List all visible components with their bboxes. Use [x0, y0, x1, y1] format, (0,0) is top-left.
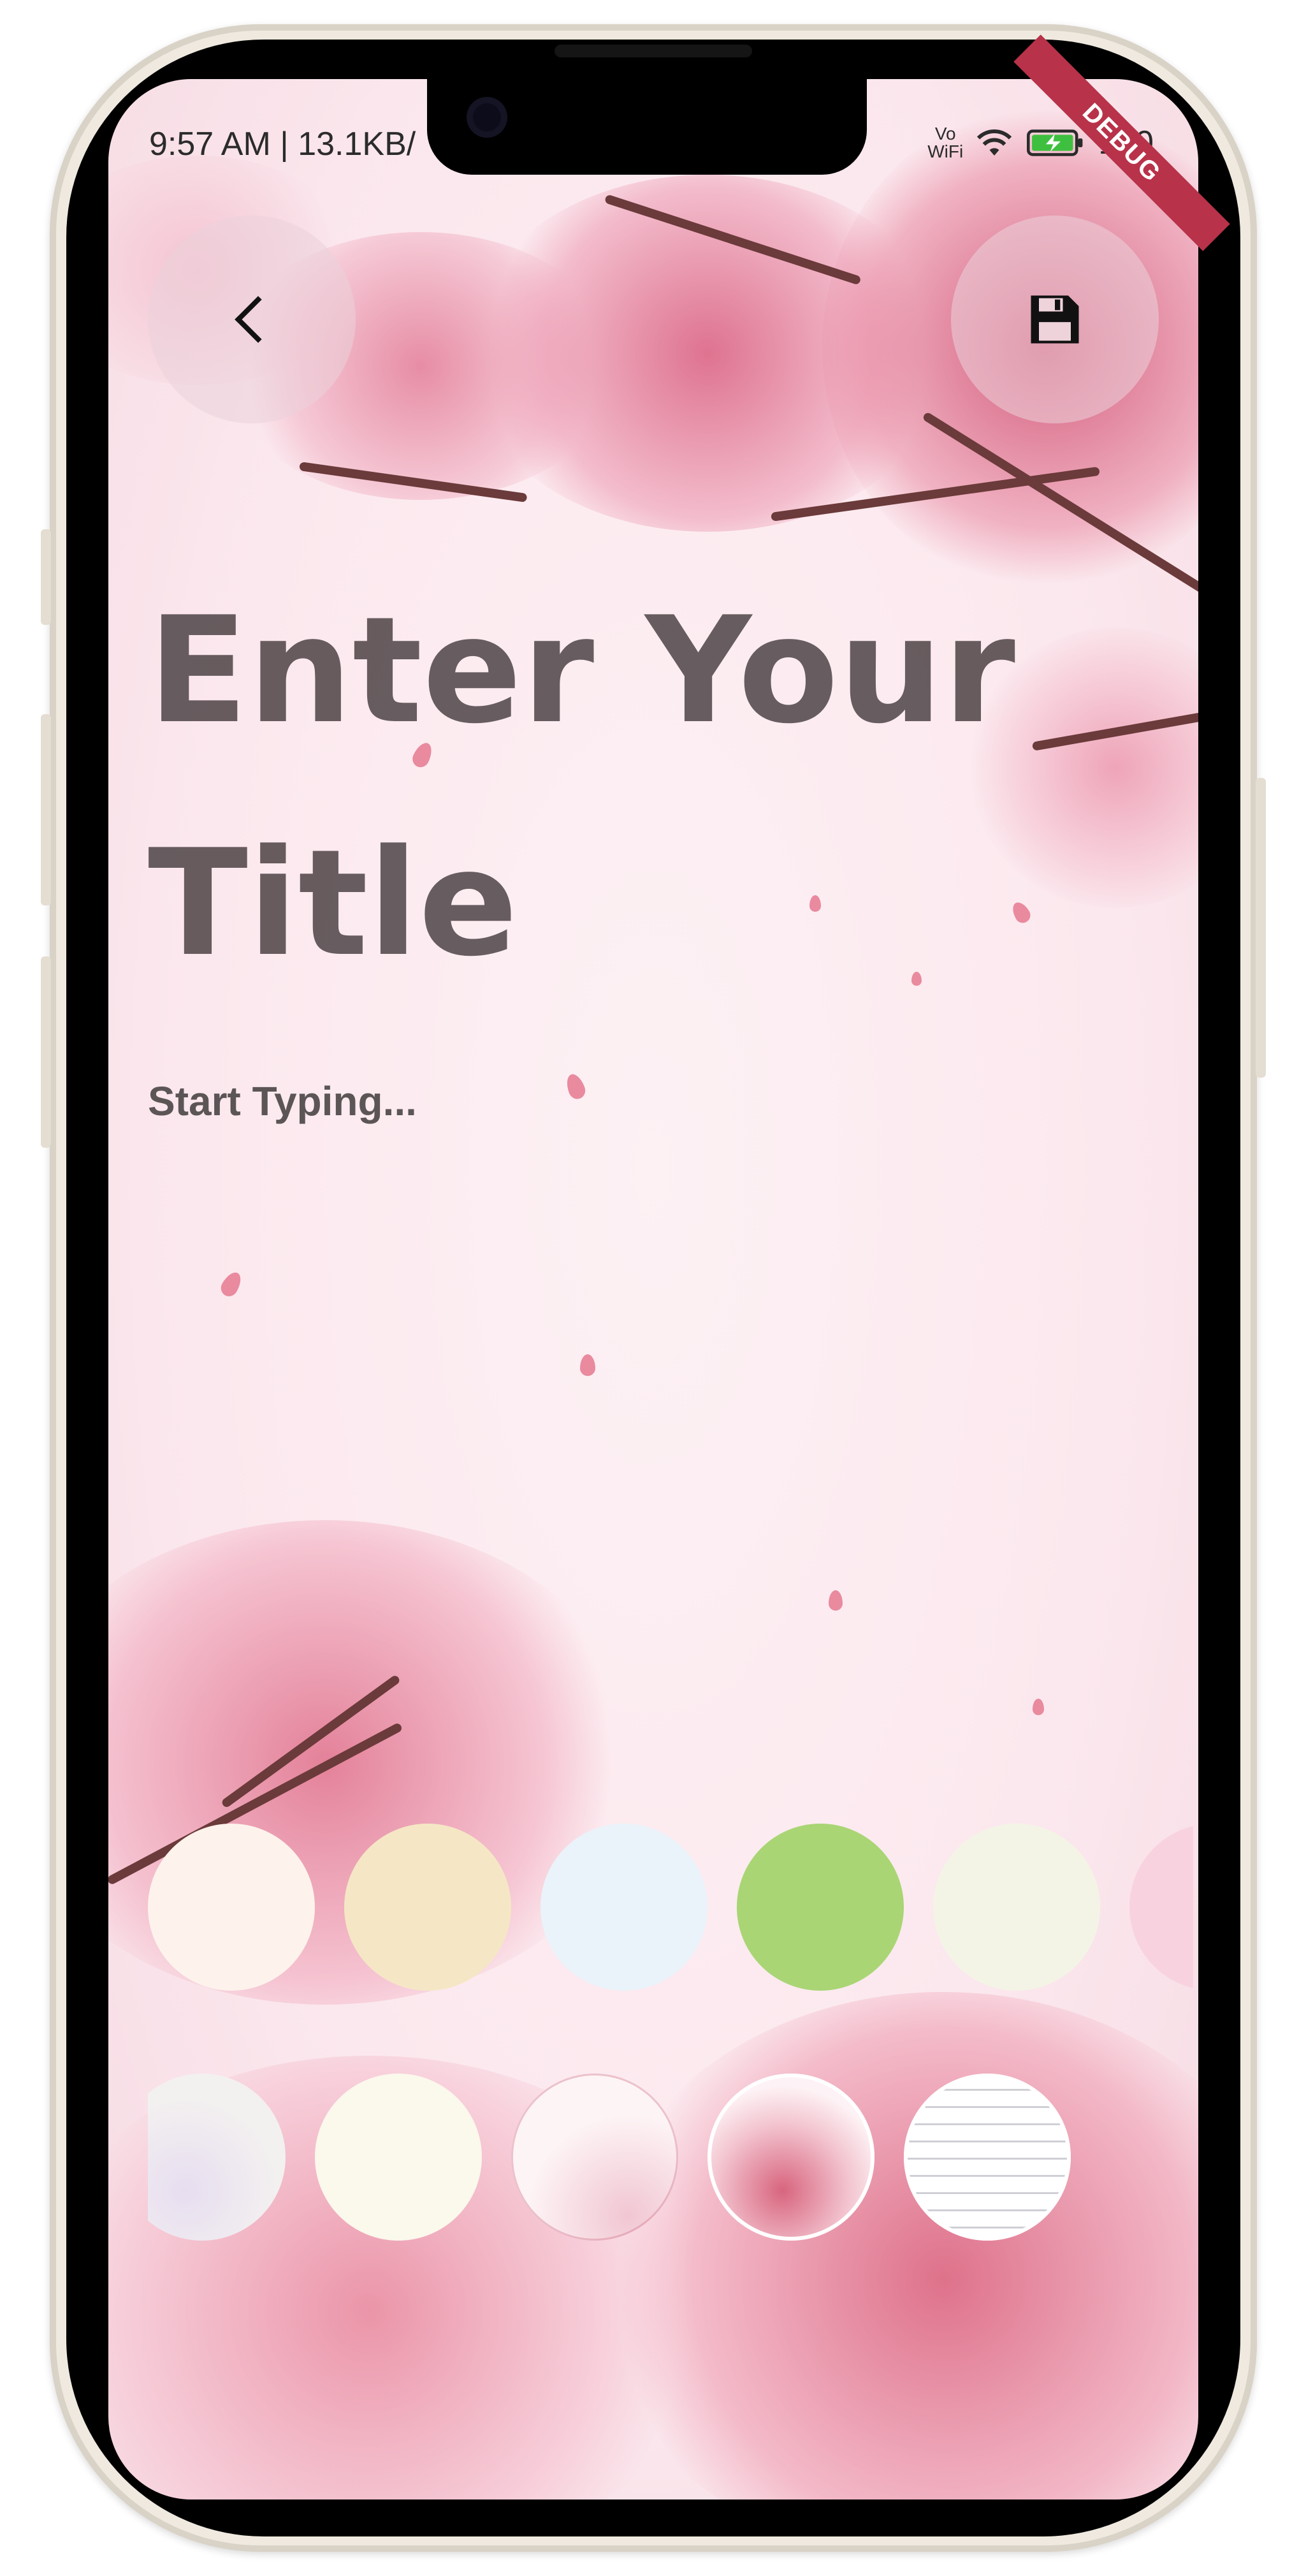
volume-up-button — [41, 714, 51, 905]
color-swatch-green[interactable] — [737, 1824, 904, 1991]
falling-petal — [1033, 1699, 1044, 1715]
floppy-disk-icon — [1031, 295, 1079, 344]
color-swatch-ivory[interactable] — [933, 1824, 1100, 1991]
save-button[interactable] — [951, 216, 1159, 423]
chevron-left-icon — [235, 296, 282, 343]
background-option-lined-paper[interactable] — [904, 2074, 1071, 2241]
earpiece-speaker — [555, 45, 752, 57]
mute-switch — [41, 529, 51, 625]
falling-petal — [580, 1354, 595, 1376]
background-option-lavender[interactable] — [148, 2074, 286, 2241]
background-pattern-row — [148, 2074, 1193, 2241]
note-editor-screen: Enter Your Title Start Typing... — [108, 79, 1198, 2499]
vowifi-wifi-label: WiFi — [927, 142, 964, 161]
falling-petal — [217, 1269, 245, 1299]
color-swatch-light-blue[interactable] — [541, 1824, 707, 1991]
vowifi-indicator: Vo WiFi — [927, 125, 963, 161]
color-swatch-row — [148, 1824, 1193, 1991]
color-swatch-beige[interactable] — [344, 1824, 511, 1991]
power-button — [1256, 778, 1266, 1078]
volume-down-button — [41, 956, 51, 1148]
background-option-cherry-sketch[interactable] — [511, 2074, 678, 2241]
status-time: 9:57 AM | 13.1KB/ — [149, 126, 416, 163]
color-swatch-pink[interactable] — [1129, 1824, 1193, 1991]
back-button[interactable] — [148, 216, 356, 423]
front-camera — [467, 97, 507, 138]
battery-charging-icon — [1027, 129, 1083, 156]
vowifi-vo-label: Vo — [934, 124, 956, 143]
background-option-cherry-blossom[interactable] — [707, 2074, 874, 2241]
note-body-input[interactable]: Start Typing... — [148, 1078, 417, 1125]
falling-petal — [563, 1071, 588, 1102]
background-option-cream[interactable] — [315, 2074, 482, 2241]
wifi-icon — [977, 129, 1012, 156]
color-swatch-cream[interactable] — [148, 1824, 315, 1991]
note-title-input[interactable]: Enter Your Title — [148, 555, 1104, 1020]
falling-petal — [829, 1590, 843, 1611]
